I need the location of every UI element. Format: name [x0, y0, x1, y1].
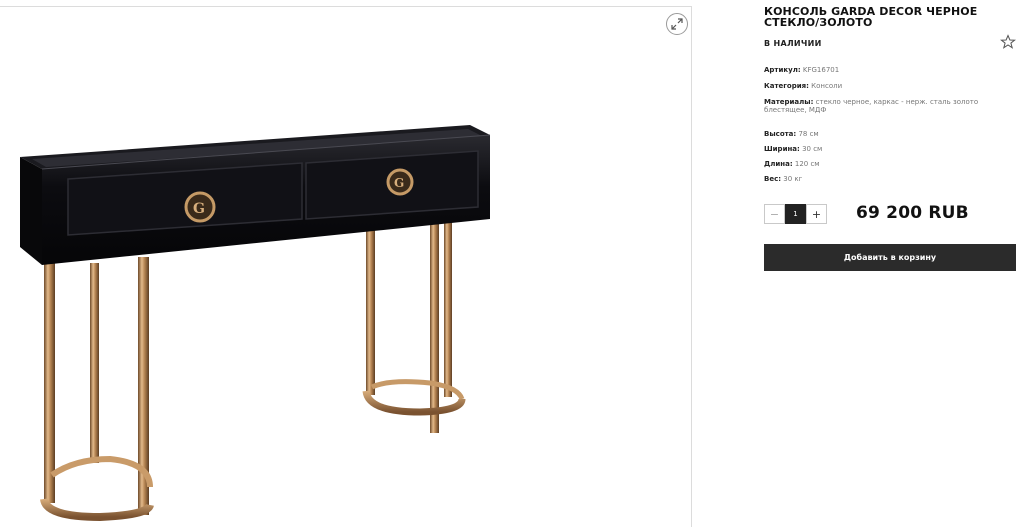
- product-specs: Артикул: KFG16701 Категория: Консоли Мат…: [764, 66, 1004, 190]
- product-price: 69 200 RUB: [856, 203, 969, 223]
- expand-icon: [671, 18, 683, 30]
- quantity-stepper: − 1 +: [764, 204, 827, 224]
- svg-text:G: G: [193, 201, 205, 217]
- spec-height-value: 78 см: [798, 130, 819, 138]
- quantity-decrease-button[interactable]: −: [764, 204, 785, 224]
- add-to-cart-button[interactable]: Добавить в корзину: [764, 244, 1016, 271]
- spec-weight: Вес: 30 кг: [764, 175, 803, 183]
- star-outline-icon[interactable]: [1000, 34, 1016, 50]
- product-title: КОНСОЛЬ GARDA DECOR ЧЕРНОЕ СТЕКЛО/ЗОЛОТО: [764, 5, 978, 29]
- spec-length: Длина: 120 см: [764, 160, 820, 168]
- spec-category: Категория: Консоли: [764, 82, 843, 90]
- spec-article: Артикул: KFG16701: [764, 66, 840, 74]
- spec-width-value: 30 см: [802, 145, 823, 153]
- zoom-button[interactable]: [666, 13, 688, 35]
- product-image[interactable]: G G: [0, 7, 692, 527]
- svg-text:G: G: [394, 176, 404, 190]
- spec-height: Высота: 78 см: [764, 130, 819, 138]
- spec-weight-value: 30 кг: [783, 175, 803, 183]
- spec-width: Ширина: 30 см: [764, 145, 823, 153]
- spec-category-value[interactable]: Консоли: [811, 82, 842, 90]
- product-gallery: G G: [0, 6, 692, 527]
- spec-length-value: 120 см: [794, 160, 820, 168]
- product-info: КОНСОЛЬ GARDA DECOR ЧЕРНОЕ СТЕКЛО/ЗОЛОТО…: [764, 5, 1019, 271]
- spec-article-value: KFG16701: [802, 66, 840, 74]
- quantity-increase-button[interactable]: +: [806, 204, 827, 224]
- quantity-value[interactable]: 1: [785, 204, 806, 224]
- spec-materials: Материалы: стекло черное, каркас - нерж.…: [764, 98, 979, 114]
- stock-status: В НАЛИЧИИ: [764, 39, 822, 48]
